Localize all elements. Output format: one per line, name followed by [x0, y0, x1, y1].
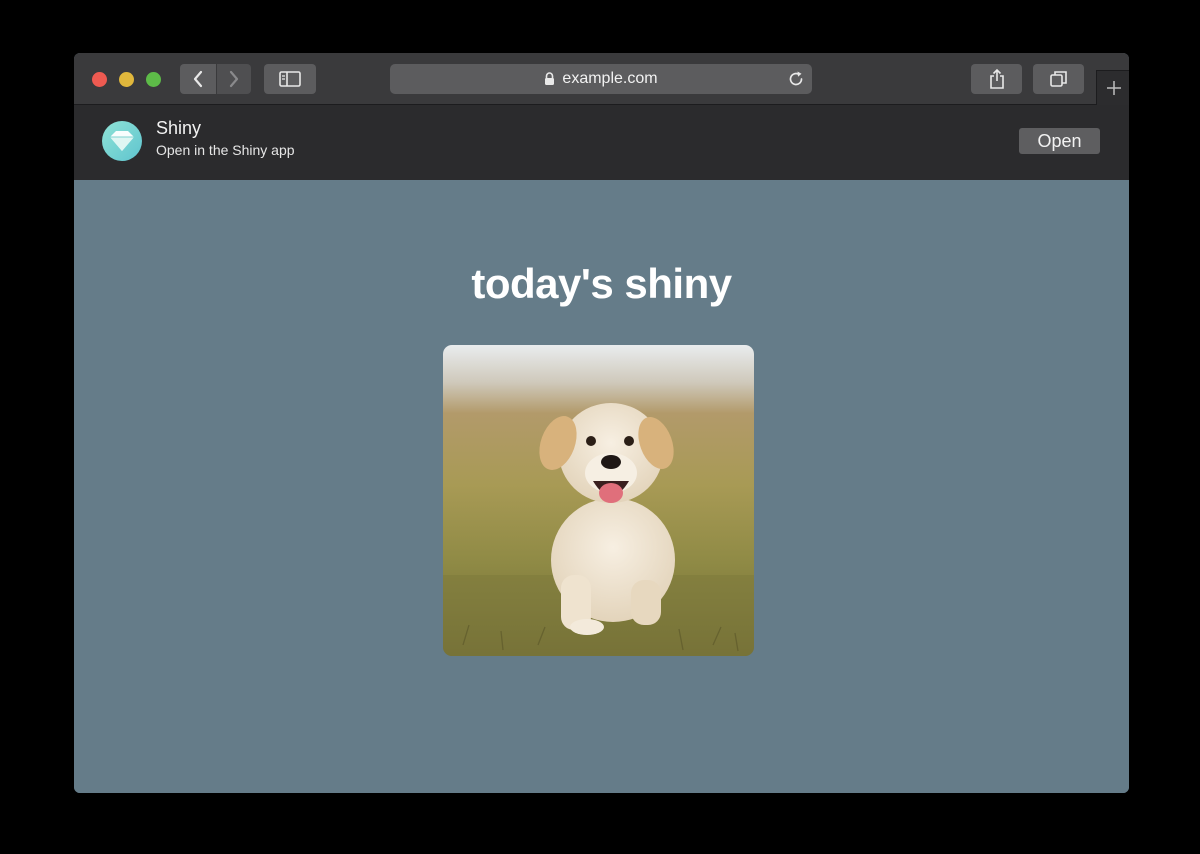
app-icon[interactable]: [102, 121, 142, 161]
share-icon: [989, 68, 1004, 89]
page-content: today's shiny: [74, 180, 1129, 793]
smart-app-banner: Shiny Open in the Shiny app Open: [74, 105, 1129, 180]
chevron-left-icon: [193, 70, 203, 88]
tab-overview-button[interactable]: [1033, 64, 1084, 94]
close-window-button[interactable]: [92, 72, 107, 87]
address-bar-content: example.com: [390, 64, 812, 94]
puppy-photo: [443, 345, 754, 656]
page-title: today's shiny: [471, 260, 732, 307]
diamond-icon: [110, 131, 134, 151]
back-button[interactable]: [180, 64, 216, 94]
zoom-window-button[interactable]: [146, 72, 161, 87]
forward-button[interactable]: [217, 64, 251, 94]
url-text: example.com: [562, 70, 658, 87]
share-button[interactable]: [971, 64, 1022, 94]
app-subtitle: Open in the Shiny app: [156, 142, 295, 158]
address-bar[interactable]: example.com: [390, 64, 812, 94]
app-name: Shiny: [156, 118, 202, 138]
browser-toolbar: example.com: [74, 53, 1129, 105]
minimize-window-button[interactable]: [119, 72, 134, 87]
lock-icon: [545, 72, 555, 85]
plus-icon: [1106, 81, 1121, 95]
browser-window: example.com Shiny Open in the Shiny app …: [74, 53, 1129, 793]
tabs-overview-icon: [1049, 71, 1067, 87]
open-app-button[interactable]: Open: [1019, 128, 1100, 154]
chevron-right-icon: [229, 70, 239, 88]
reload-icon[interactable]: [787, 70, 805, 88]
puppy-image: [443, 345, 754, 656]
new-tab-button[interactable]: [1096, 70, 1129, 105]
sidebar-toggle-button[interactable]: [264, 64, 316, 94]
sidebar-icon: [279, 71, 301, 87]
